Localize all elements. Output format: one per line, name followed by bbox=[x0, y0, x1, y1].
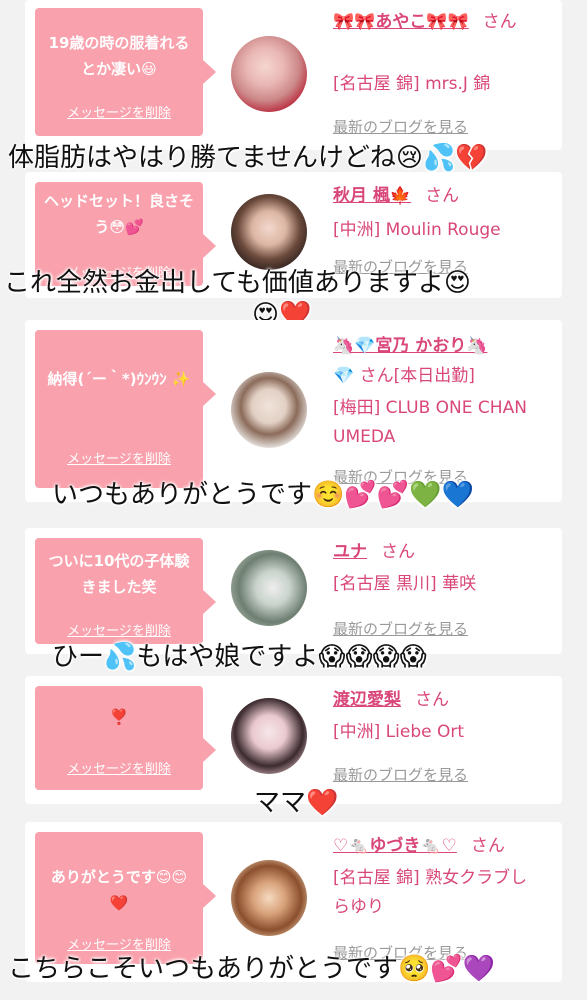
user-name-link[interactable]: 渡辺愛梨 bbox=[333, 690, 401, 710]
message-bubble: ありがとうです😊😊❤️ メッセージを削除 bbox=[35, 832, 216, 964]
user-name-row: ユナ さん bbox=[333, 538, 552, 566]
message-card: 19歳の時の服着れるとか凄い😃 メッセージを削除 🎀🎀あやこ🎀🎀 さん [名古屋 … bbox=[25, 0, 562, 150]
overlay-caption: こちらこそいつもありがとうです🥺💕💜 bbox=[8, 954, 496, 984]
honorific: さん bbox=[381, 542, 415, 562]
honorific: さん bbox=[470, 836, 505, 856]
message-text: ❣️ bbox=[109, 708, 129, 726]
message-text: ついに10代の子体験きました笑 bbox=[48, 552, 190, 596]
avatar[interactable] bbox=[231, 860, 307, 936]
user-name-link[interactable]: ユナ bbox=[333, 542, 367, 562]
honorific: 💎 さん[本日出勤] bbox=[333, 366, 475, 386]
shop-info: [名古屋 錦] 熟女クラブしらゆり bbox=[333, 868, 528, 917]
shop-info: [中洲] Liebe Ort bbox=[333, 722, 465, 742]
message-text: ありがとうです😊😊❤️ bbox=[50, 868, 188, 912]
user-name-link[interactable]: 🎀🎀あやこ🎀🎀 bbox=[333, 12, 469, 32]
overlay-caption: ママ❤️ bbox=[254, 788, 339, 818]
avatar[interactable] bbox=[231, 36, 307, 112]
user-name-link[interactable]: 🦄💎宮乃 かおり🦄 bbox=[333, 336, 487, 356]
shop-info: [名古屋 黒川] 華咲 bbox=[333, 574, 477, 594]
avatar[interactable] bbox=[231, 372, 307, 448]
message-bubble: ❣️ メッセージを削除 bbox=[35, 686, 216, 790]
delete-message-link[interactable]: メッセージを削除 bbox=[35, 448, 203, 467]
avatar[interactable] bbox=[231, 698, 307, 774]
honorific: さん bbox=[415, 690, 449, 710]
avatar[interactable] bbox=[231, 550, 307, 626]
user-name-link[interactable]: 秋月 楓🍁 bbox=[333, 186, 411, 206]
honorific: さん bbox=[425, 186, 460, 206]
delete-message-link[interactable]: メッセージを削除 bbox=[35, 102, 203, 121]
message-text: ヘッドセット！良さそう😳💕 bbox=[43, 192, 194, 236]
overlay-caption: ひー💦もはや娘ですよ😱😱😱😱 bbox=[52, 642, 427, 672]
latest-blog-link[interactable]: 最新のブログを見る bbox=[333, 764, 468, 785]
avatar[interactable] bbox=[231, 194, 307, 270]
latest-blog-link[interactable]: 最新のブログを見る bbox=[333, 116, 468, 137]
user-name-row: 🦄💎宮乃 かおり🦄 bbox=[333, 332, 552, 360]
honorific: さん bbox=[482, 12, 517, 32]
message-text: 19歳の時の服着れるとか凄い😃 bbox=[48, 34, 190, 78]
shop-info: [名古屋 錦] mrs.J 錦 bbox=[333, 74, 491, 94]
user-name-row: 🎀🎀あやこ🎀🎀 さん bbox=[333, 8, 552, 36]
overlay-caption: 体脂肪はやはり勝てませんけどね😢💦💔 bbox=[8, 143, 488, 173]
user-name-link[interactable]: ♡🐁ゆづき🐁♡ bbox=[333, 836, 457, 856]
user-name-row: 秋月 楓🍁 さん bbox=[333, 182, 552, 210]
overlay-caption: これ全然お金出しても価値ありますよ😍 bbox=[4, 268, 472, 298]
message-bubble: 納得(´ー｀*)ｳﾝｳﾝ ✨ メッセージを削除 bbox=[35, 330, 216, 488]
message-bubble: 19歳の時の服着れるとか凄い😃 メッセージを削除 bbox=[35, 8, 216, 136]
overlay-caption: いつもありがとうです☺️💕💕💚💙 bbox=[52, 480, 474, 510]
delete-message-link[interactable]: メッセージを削除 bbox=[35, 758, 203, 777]
shop-info: [梅田] CLUB ONE CHAN UMEDA bbox=[333, 398, 527, 447]
message-text: 納得(´ー｀*)ｳﾝｳﾝ ✨ bbox=[47, 370, 191, 388]
user-name-row: 渡辺愛梨 さん bbox=[333, 686, 552, 714]
user-name-row: ♡🐁ゆづき🐁♡ さん bbox=[333, 832, 552, 860]
message-bubble: ついに10代の子体験きました笑 メッセージを削除 bbox=[35, 538, 216, 644]
shop-info: [中洲] Moulin Rouge bbox=[333, 220, 501, 240]
